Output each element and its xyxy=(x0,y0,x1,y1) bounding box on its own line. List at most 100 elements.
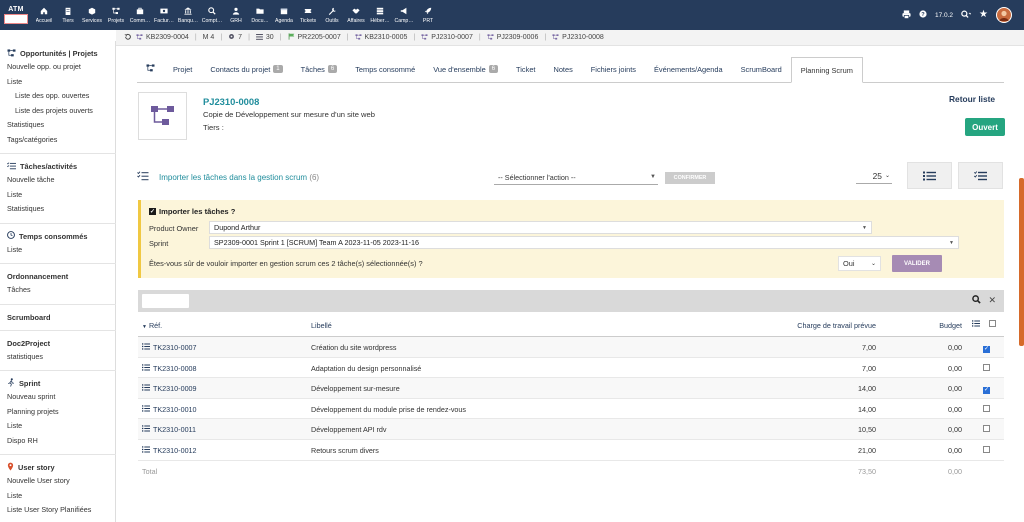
breadcrumb-item[interactable]: PR2205-0007 xyxy=(288,33,341,42)
breadcrumb-item[interactable]: KB2309-0004 xyxy=(136,33,189,42)
sidebar-section-title[interactable]: Scrumboard xyxy=(7,311,115,324)
breadcrumb-item[interactable]: KB2310-0005 xyxy=(355,33,407,42)
breadcrumb-item[interactable]: M 4 xyxy=(203,34,215,41)
sidebar-link[interactable]: Planning projets xyxy=(7,405,115,420)
breadcrumb-item[interactable]: PJ2309-0006 xyxy=(487,33,538,42)
task-ref-link[interactable]: TK2310-0010 xyxy=(142,405,197,414)
menu-item-affaires[interactable]: Affaires xyxy=(345,0,368,30)
sidebar-link[interactable]: Liste xyxy=(7,243,115,258)
sidebar-link[interactable]: Nouvelle tâche xyxy=(7,173,115,188)
menu-item-camp[interactable]: Camp… xyxy=(393,0,416,30)
breadcrumb-item[interactable]: 7 xyxy=(228,33,242,42)
sidebar-section-title[interactable]: Tâches/activités xyxy=(7,160,115,173)
menu-item-prt[interactable]: PRT xyxy=(417,0,440,30)
tab-scrumboard[interactable]: ScrumBoard xyxy=(732,56,791,82)
sprint-select[interactable]: SP2309-0001 Sprint 1 [SCRUM] Team A 2023… xyxy=(209,236,959,249)
history-icon[interactable] xyxy=(124,33,132,43)
sidebar-link[interactable]: Liste xyxy=(7,419,115,434)
task-ref-link[interactable]: TK2310-0011 xyxy=(142,425,196,434)
tab-t-ches[interactable]: Tâches 6 xyxy=(292,56,347,82)
sidebar-link[interactable]: Liste xyxy=(7,75,115,90)
sidebar-link[interactable]: Liste User Story Planifiées xyxy=(7,503,115,518)
row-select-checkbox[interactable]: ✓ xyxy=(983,343,990,353)
task-ref-link[interactable]: TK2310-0008 xyxy=(142,364,197,373)
help-icon[interactable]: ? xyxy=(919,10,927,20)
tab-notes[interactable]: Notes xyxy=(544,56,581,82)
tab-projet[interactable]: Projet xyxy=(164,56,201,82)
confirm-answer-select[interactable]: Oui ⌄ xyxy=(838,256,881,271)
sidebar-section-title[interactable]: Ordonnancement xyxy=(7,270,115,283)
list-view-button[interactable] xyxy=(907,162,952,189)
tab--v-nements-agenda[interactable]: Événements/Agenda xyxy=(645,56,732,82)
breadcrumb-item[interactable]: 30 xyxy=(255,33,274,42)
sidebar-link[interactable]: Liste xyxy=(7,188,115,203)
bookmark-star-icon[interactable]: ★ xyxy=(979,10,988,20)
tab-contacts-du-projet[interactable]: Contacts du projet 1 xyxy=(201,56,291,82)
column-header-charge[interactable]: Charge de travail prévue xyxy=(797,321,876,330)
sidebar-link[interactable]: Tâches xyxy=(7,283,115,298)
task-ref-link[interactable]: TK2310-0012 xyxy=(142,446,197,455)
sidebar-link[interactable]: Dispo RH xyxy=(7,434,115,449)
menu-item-tickets[interactable]: Tickets xyxy=(297,0,320,30)
menu-item-tiers[interactable]: Tiers xyxy=(57,0,80,30)
menu-item-comm[interactable]: Comm… xyxy=(129,0,152,30)
side-scroll-handle[interactable] xyxy=(1019,178,1024,346)
tab-planning-scrum[interactable]: Planning Scrum xyxy=(790,57,863,83)
row-select-checkbox[interactable]: ✓ xyxy=(983,384,990,394)
menu-item-factur[interactable]: Factur… xyxy=(153,0,176,30)
row-select-checkbox[interactable] xyxy=(983,425,990,434)
print-icon[interactable] xyxy=(902,9,911,21)
task-ref-link[interactable]: TK2310-0009 xyxy=(142,384,197,393)
user-avatar[interactable] xyxy=(996,7,1012,23)
tab-ticket[interactable]: Ticket xyxy=(507,56,544,82)
column-select-icon[interactable] xyxy=(972,320,980,329)
sidebar-link[interactable]: Nouvelle opp. ou projet xyxy=(7,60,115,75)
tab-project-card[interactable] xyxy=(137,56,164,82)
task-ref-link[interactable]: TK2310-0007 xyxy=(142,343,197,352)
sidebar-link[interactable]: Nouvelle User story xyxy=(7,474,115,489)
search-icon[interactable] xyxy=(972,295,982,306)
ref-filter-input[interactable] xyxy=(142,294,189,308)
menu-item-grh[interactable]: GRH xyxy=(225,0,248,30)
sidebar-link[interactable]: Statistiques xyxy=(7,202,115,217)
product-owner-select[interactable]: Dupond Arthur ▼ xyxy=(209,221,872,234)
column-header-label[interactable]: Libellé xyxy=(311,321,332,330)
menu-item-docu[interactable]: Docu… xyxy=(249,0,272,30)
menu-item-projets[interactable]: Projets xyxy=(105,0,128,30)
sidebar-link[interactable]: Liste des opp. ouvertes xyxy=(7,89,115,104)
search-icon[interactable] xyxy=(961,10,972,21)
menu-item-compt[interactable]: Compt… xyxy=(201,0,224,30)
checklist-view-button[interactable] xyxy=(958,162,1003,189)
row-select-checkbox[interactable] xyxy=(983,404,990,414)
menu-item-outils[interactable]: Outils xyxy=(321,0,344,30)
sidebar-section-title[interactable]: Opportunités | Projets xyxy=(7,47,115,60)
sidebar-link[interactable]: Statistiques xyxy=(7,118,115,133)
company-logo[interactable]: ATM xyxy=(0,0,32,30)
sidebar-link[interactable]: Liste des projets ouverts xyxy=(7,104,115,119)
sidebar-section-title[interactable]: User story xyxy=(7,461,115,474)
breadcrumb-item[interactable]: PJ2310-0008 xyxy=(552,33,604,42)
breadcrumb-item[interactable]: PJ2310-0007 xyxy=(421,33,473,42)
clear-filter-icon[interactable]: ✕ xyxy=(988,295,996,306)
sidebar-link[interactable]: Tags/catégories xyxy=(7,133,115,148)
menu-item-banqu[interactable]: Banqu… xyxy=(177,0,200,30)
sidebar-link[interactable]: statistiques xyxy=(7,350,115,365)
sidebar-link[interactable]: Liste xyxy=(7,489,115,504)
row-select-checkbox[interactable] xyxy=(983,363,990,373)
column-header-budget[interactable]: Budget xyxy=(939,321,962,330)
select-all-checkbox[interactable] xyxy=(989,320,996,329)
menu-item-accueil[interactable]: Accueil xyxy=(33,0,56,30)
tab-vue-d-ensemble[interactable]: Vue d'ensemble 6 xyxy=(424,56,507,82)
confirm-button[interactable]: CONFIRMER xyxy=(665,172,715,184)
tab-temps-consomm[interactable]: Temps consommé xyxy=(346,56,424,82)
back-to-list-link[interactable]: Retour liste xyxy=(949,94,995,104)
per-page-select[interactable]: 25 ⌄ xyxy=(856,168,892,184)
validate-button[interactable]: VALIDER xyxy=(892,255,942,272)
sidebar-section-title[interactable]: Doc2Project xyxy=(7,337,115,350)
mass-action-select[interactable]: -- Sélectionner l'action -- ▼ xyxy=(494,170,658,185)
menu-item-services[interactable]: Services xyxy=(81,0,104,30)
sidebar-link[interactable]: Nouveau sprint xyxy=(7,390,115,405)
tab-fichiers-joints[interactable]: Fichiers joints xyxy=(582,56,645,82)
menu-item-agenda[interactable]: Agenda xyxy=(273,0,296,30)
column-header-ref[interactable]: ▼ Réf. xyxy=(142,321,162,330)
